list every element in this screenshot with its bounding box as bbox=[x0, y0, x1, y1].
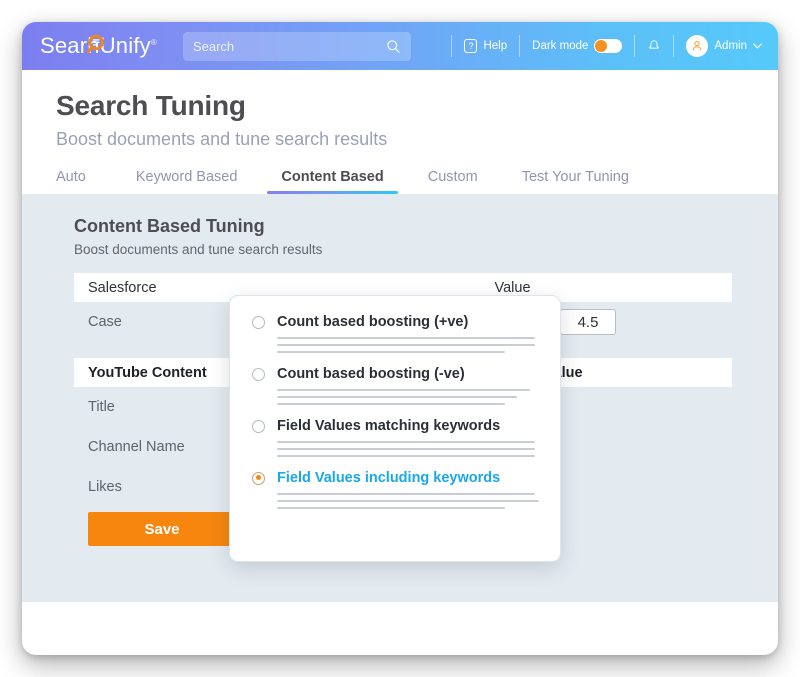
placeholder-lines bbox=[277, 389, 538, 405]
tab-bar: Auto Keyword Based Content Based Custom … bbox=[22, 150, 778, 194]
divider bbox=[519, 35, 521, 57]
logo-text-first: Sear bbox=[40, 33, 88, 58]
radio-button[interactable] bbox=[252, 367, 265, 381]
user-avatar-icon bbox=[693, 41, 702, 51]
dropdown-option-count-boosting-negative[interactable]: Count based boosting (-ve) bbox=[252, 366, 538, 405]
divider bbox=[673, 35, 675, 57]
column-header-source: YouTube Content bbox=[88, 364, 207, 381]
boosting-type-dropdown[interactable]: Count based boosting (+ve) Count based b… bbox=[229, 295, 561, 562]
user-menu[interactable]: Admin bbox=[686, 35, 762, 57]
column-header-source: Salesforce bbox=[88, 279, 157, 296]
notification-bell-icon[interactable] bbox=[647, 38, 661, 54]
option-label: Field Values including keywords bbox=[277, 470, 501, 486]
boost-value-case[interactable]: 4.5 bbox=[560, 309, 616, 335]
top-bar-actions: ? Help Dark mode Admin bbox=[439, 22, 762, 70]
option-label: Count based boosting (+ve) bbox=[277, 314, 469, 330]
save-button[interactable]: Save bbox=[88, 512, 236, 546]
avatar bbox=[686, 35, 709, 57]
toggle-knob bbox=[595, 40, 608, 52]
card-bottom-strip bbox=[22, 602, 778, 624]
toggle-switch[interactable] bbox=[594, 39, 623, 53]
content-panel: Content Based Tuning Boost documents and… bbox=[22, 194, 778, 624]
placeholder-lines bbox=[277, 337, 538, 353]
tab-keyword-based[interactable]: Keyword Based bbox=[114, 169, 260, 194]
top-navigation-bar: SearhUnify® ? Help bbox=[22, 22, 778, 70]
searchunify-logo[interactable]: SearhUnify® bbox=[40, 33, 157, 59]
section-title: Content Based Tuning bbox=[74, 216, 265, 236]
user-label: Admin bbox=[714, 40, 747, 52]
placeholder-lines bbox=[277, 441, 538, 457]
tab-test-your-tuning[interactable]: Test Your Tuning bbox=[500, 169, 651, 194]
search-input[interactable] bbox=[192, 38, 386, 54]
radio-button[interactable] bbox=[252, 419, 265, 433]
dropdown-option-count-boosting-positive[interactable]: Count based boosting (+ve) bbox=[252, 314, 538, 353]
chevron-down-icon[interactable] bbox=[753, 43, 762, 49]
placeholder-lines bbox=[277, 493, 539, 509]
question-mark-icon: ? bbox=[464, 39, 478, 53]
dropdown-option-field-values-including[interactable]: Field Values including keywords bbox=[252, 470, 539, 509]
dark-mode-label: Dark mode bbox=[532, 40, 589, 52]
dark-mode-toggle[interactable]: Dark mode bbox=[532, 39, 623, 53]
tab-auto[interactable]: Auto bbox=[56, 169, 114, 194]
search-icon[interactable] bbox=[386, 39, 401, 54]
help-label: Help bbox=[483, 40, 508, 52]
dropdown-option-field-values-matching[interactable]: Field Values matching keywords bbox=[252, 418, 538, 457]
option-label: Count based boosting (-ve) bbox=[277, 366, 465, 382]
global-search-box[interactable] bbox=[182, 31, 411, 61]
magnifier-icon bbox=[87, 34, 104, 54]
app-window: SearhUnify® ? Help bbox=[22, 22, 778, 655]
page-subtitle: Boost documents and tune search results bbox=[56, 129, 388, 149]
logo-registered-mark: ® bbox=[150, 37, 157, 47]
column-header-value: Value bbox=[494, 279, 531, 296]
page-title: Search Tuning bbox=[56, 90, 246, 121]
tab-content-based[interactable]: Content Based bbox=[259, 169, 405, 194]
divider bbox=[634, 35, 636, 57]
help-button[interactable]: ? Help bbox=[464, 39, 507, 53]
page-header: Search Tuning Boost documents and tune s… bbox=[22, 70, 778, 150]
option-label: Field Values matching keywords bbox=[277, 418, 501, 434]
radio-button[interactable] bbox=[252, 315, 265, 329]
divider bbox=[451, 35, 453, 57]
tab-custom[interactable]: Custom bbox=[406, 169, 500, 194]
radio-button-selected[interactable] bbox=[252, 471, 265, 485]
section-subtitle: Boost documents and tune search results bbox=[74, 242, 323, 257]
